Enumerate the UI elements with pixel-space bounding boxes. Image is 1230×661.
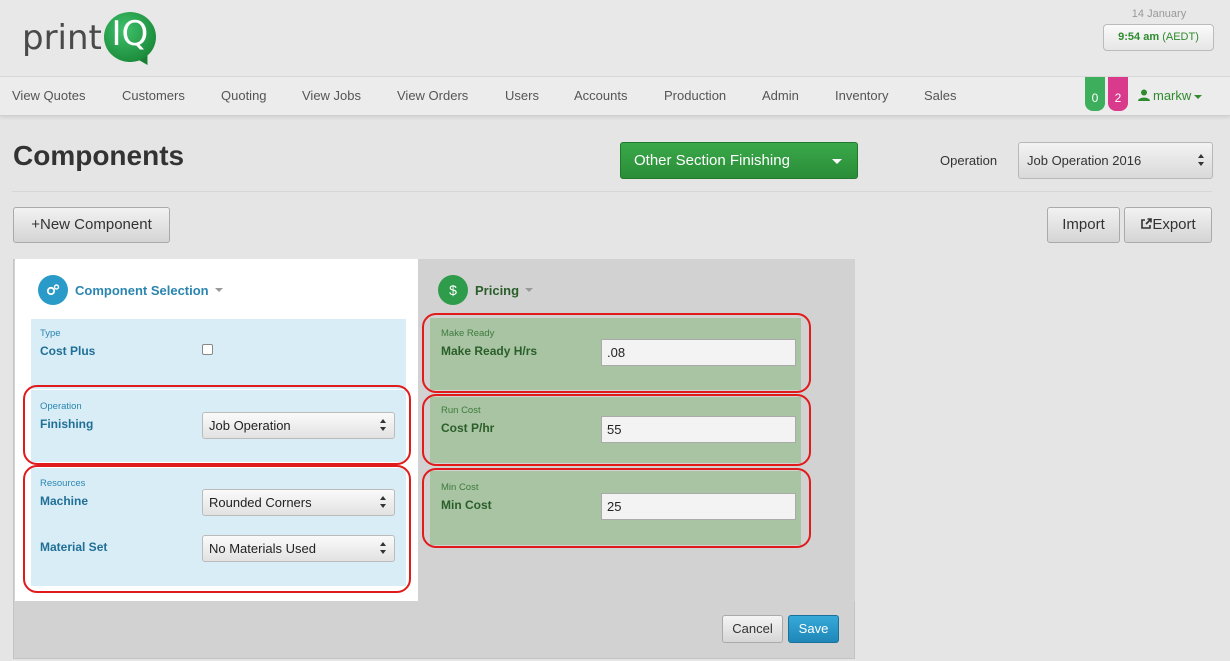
export-label: Export	[1152, 216, 1196, 233]
type-label: Type	[40, 328, 61, 339]
pricing-header[interactable]: $ Pricing	[438, 275, 534, 305]
caret-down-icon	[832, 159, 842, 164]
divider	[12, 191, 1212, 192]
nav-view-quotes[interactable]: View Quotes	[12, 88, 85, 103]
nav-accounts[interactable]: Accounts	[574, 88, 627, 103]
import-button[interactable]: Import	[1047, 207, 1120, 243]
main-nav: View Quotes Customers Quoting View Jobs …	[0, 76, 1230, 116]
highlight-ring-run-cost	[422, 394, 811, 466]
printiq-logo[interactable]: print IQ	[22, 8, 158, 70]
nav-production[interactable]: Production	[664, 88, 726, 103]
save-button[interactable]: Save	[788, 615, 839, 643]
nav-customers[interactable]: Customers	[122, 88, 185, 103]
highlight-ring-min-cost	[422, 468, 811, 548]
clock-box: 9:54 am (AEDT)	[1103, 24, 1214, 51]
clock-timezone: (AEDT)	[1162, 31, 1199, 43]
select-arrows-icon	[1198, 154, 1206, 168]
operation-label: Operation	[940, 153, 998, 168]
nav-sales[interactable]: Sales	[924, 88, 957, 103]
new-component-button[interactable]: +New Component	[13, 207, 170, 243]
page-title: Components	[13, 140, 185, 171]
app-header: print IQ 14 January 9:54 am (AEDT)	[0, 0, 1230, 76]
highlight-ring-resources	[23, 465, 411, 593]
nav-inventory[interactable]: Inventory	[835, 88, 888, 103]
nav-users[interactable]: Users	[505, 88, 539, 103]
nav-view-jobs[interactable]: View Jobs	[302, 88, 361, 103]
user-menu[interactable]: markw	[1138, 88, 1203, 103]
clock-time: 9:54 am	[1118, 31, 1160, 43]
current-date: 14 January	[1131, 8, 1187, 20]
user-icon	[1138, 89, 1150, 101]
export-icon	[1141, 218, 1153, 229]
highlight-ring-make-ready	[422, 313, 811, 393]
component-selection-title: Component Selection	[75, 282, 209, 298]
dollar-icon: $	[438, 275, 468, 305]
operation-select-value: Job Operation 2016	[1027, 153, 1142, 168]
component-selection-header[interactable]: Component Selection	[38, 275, 223, 305]
section-dropdown-label: Other Section Finishing	[634, 152, 790, 169]
pricing-title: Pricing	[475, 282, 520, 298]
nav-admin[interactable]: Admin	[762, 88, 799, 103]
export-button[interactable]: Export	[1124, 207, 1212, 243]
gears-icon	[38, 275, 68, 305]
cost-plus-label: Cost Plus	[40, 344, 96, 358]
logo-text: print	[22, 18, 102, 58]
section-dropdown[interactable]: Other Section Finishing	[620, 142, 858, 179]
logo-bubble-icon: IQ	[103, 10, 158, 70]
operation-select[interactable]: Job Operation 2016	[1018, 142, 1213, 179]
user-name: markw	[1153, 88, 1192, 103]
logo-iq-text: IQ	[111, 14, 149, 54]
notification-badge-pink[interactable]: 2	[1108, 77, 1128, 111]
highlight-ring-operation	[23, 385, 411, 465]
cancel-button[interactable]: Cancel	[722, 615, 783, 643]
caret-down-icon	[214, 288, 223, 292]
notification-badge-green[interactable]: 0	[1085, 77, 1105, 111]
chevron-down-icon	[1194, 94, 1203, 99]
nav-quoting[interactable]: Quoting	[221, 88, 267, 103]
nav-view-orders[interactable]: View Orders	[397, 88, 468, 103]
caret-down-icon	[525, 288, 534, 292]
cost-plus-checkbox[interactable]	[202, 344, 213, 355]
